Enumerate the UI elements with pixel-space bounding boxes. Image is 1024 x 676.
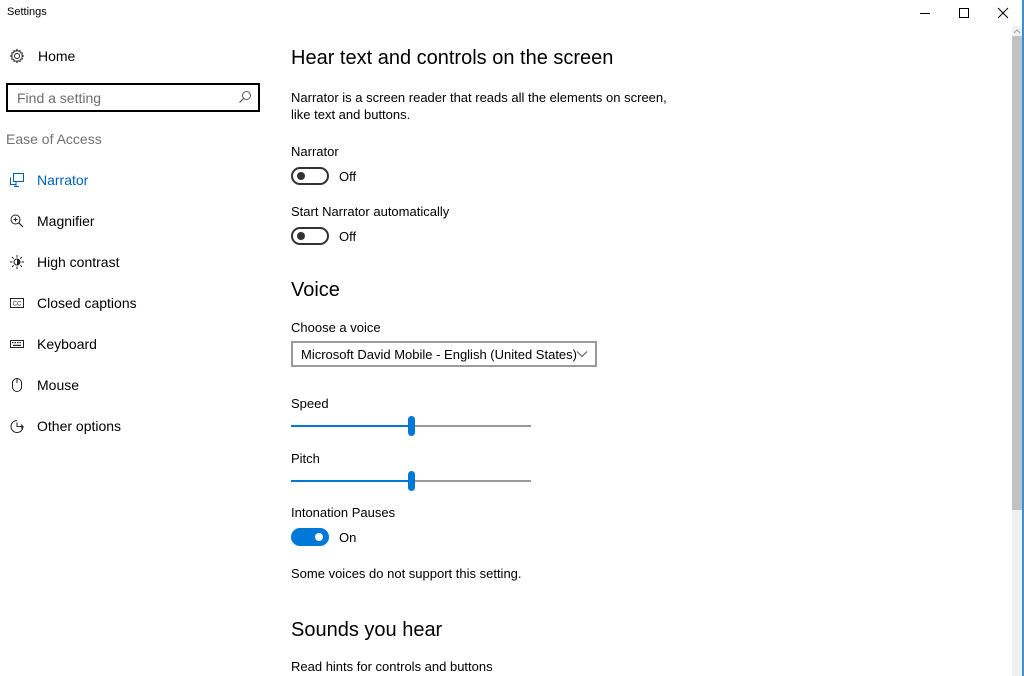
sidebar-item-label: Narrator	[37, 171, 89, 188]
toggle-switch[interactable]	[291, 528, 329, 546]
sidebar-item-label: Magnifier	[37, 212, 95, 229]
narrator-icon	[9, 172, 25, 188]
section-label: Ease of Access	[6, 131, 102, 147]
slider-fill	[291, 425, 411, 427]
chevron-up-icon	[1013, 29, 1021, 34]
search-input[interactable]	[8, 85, 237, 110]
app-title: Settings	[7, 6, 47, 18]
sidebar-item-label: Other options	[37, 417, 122, 434]
keyboard-icon	[9, 336, 25, 352]
search-icon[interactable]	[238, 90, 252, 104]
voice-support-note: Some voices do not support this setting.	[291, 566, 522, 581]
toggle-state: Off	[339, 228, 357, 244]
gear-icon	[9, 48, 25, 64]
chevron-down-icon	[576, 351, 588, 358]
intonation-label: Intonation Pauses	[291, 505, 396, 520]
voice-dropdown[interactable]: Microsoft David Mobile - English (United…	[291, 341, 597, 367]
sidebar-item-label: High contrast	[37, 253, 120, 270]
start-auto-toggle-label: Start Narrator automatically	[291, 204, 450, 219]
sidebar: Home Ease of Access Narrator Magnifier H…	[0, 26, 270, 676]
svg-text:CC: CC	[13, 301, 22, 307]
vertical-scrollbar[interactable]	[1012, 26, 1022, 676]
main-content: Hear text and controls on the screen Nar…	[291, 0, 991, 676]
close-icon	[997, 7, 1009, 19]
nav-list: Narrator Magnifier High contrast CC Clos…	[0, 159, 270, 446]
sidebar-item-high-contrast[interactable]: High contrast	[0, 241, 270, 282]
home-nav-item[interactable]: Home	[9, 48, 75, 64]
sidebar-item-other-options[interactable]: Other options	[0, 405, 270, 446]
sidebar-item-magnifier[interactable]: Magnifier	[0, 200, 270, 241]
sidebar-item-narrator[interactable]: Narrator	[0, 159, 270, 200]
slider-thumb[interactable]	[408, 471, 415, 491]
magnifier-icon	[9, 213, 25, 229]
start-narrator-automatically-toggle[interactable]: Off	[291, 227, 356, 245]
sidebar-item-label: Mouse	[37, 376, 80, 393]
search-box	[6, 83, 260, 112]
sidebar-item-closed-captions[interactable]: CC Closed captions	[0, 282, 270, 323]
choose-voice-label: Choose a voice	[291, 320, 381, 335]
speed-label: Speed	[291, 396, 329, 411]
other-options-icon	[9, 418, 25, 434]
high-contrast-icon	[9, 254, 25, 270]
sidebar-item-keyboard[interactable]: Keyboard	[0, 323, 270, 364]
speed-slider[interactable]	[291, 414, 531, 438]
sidebar-item-mouse[interactable]: Mouse	[0, 364, 270, 405]
voice-dropdown-value: Microsoft David Mobile - English (United…	[301, 346, 577, 362]
home-label: Home	[38, 48, 76, 64]
narrator-toggle-label: Narrator	[291, 144, 339, 159]
closed-captions-icon: CC	[9, 295, 25, 311]
narrator-toggle[interactable]: Off	[291, 167, 356, 185]
slider-fill	[291, 480, 411, 482]
toggle-state: On	[339, 529, 357, 545]
toggle-switch[interactable]	[291, 167, 329, 185]
read-hints-label: Read hints for controls and buttons	[291, 659, 493, 674]
toggle-knob	[315, 533, 323, 541]
sidebar-item-label: Keyboard	[37, 335, 97, 352]
toggle-switch[interactable]	[291, 227, 329, 245]
pitch-label: Pitch	[291, 451, 320, 466]
pitch-slider[interactable]	[291, 469, 531, 493]
sounds-section-heading: Sounds you hear	[291, 619, 443, 641]
mouse-icon	[9, 377, 25, 393]
sidebar-item-label: Closed captions	[37, 294, 137, 311]
scroll-up-button[interactable]	[1012, 26, 1022, 36]
toggle-knob	[297, 232, 305, 240]
description-line-1: Narrator is a screen reader that reads a…	[291, 90, 667, 105]
voice-section-heading: Voice	[291, 279, 340, 301]
toggle-state: Off	[339, 168, 357, 184]
page-title: Hear text and controls on the screen	[291, 47, 614, 69]
intonation-pauses-toggle[interactable]: On	[291, 528, 356, 546]
toggle-knob	[297, 172, 305, 180]
description-line-2: like text and buttons.	[291, 107, 411, 122]
scrollbar-thumb[interactable]	[1012, 36, 1022, 510]
slider-thumb[interactable]	[408, 416, 415, 436]
